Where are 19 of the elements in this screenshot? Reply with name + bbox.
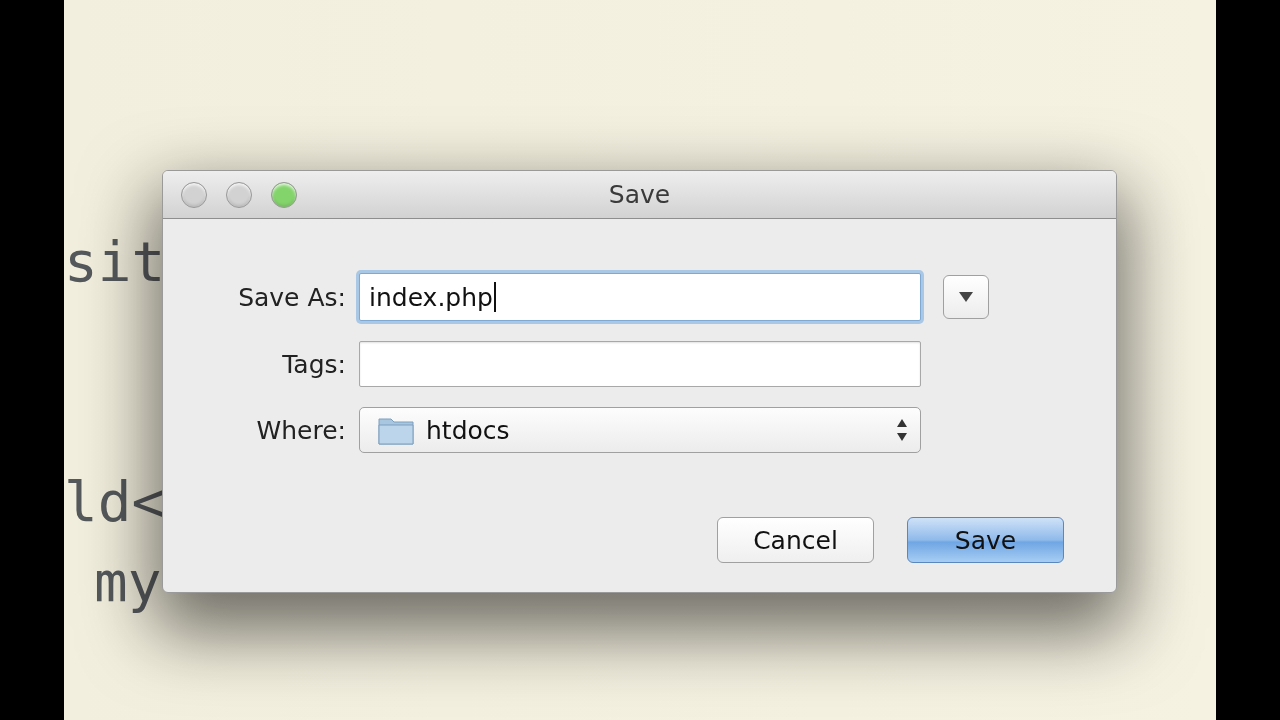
field-label: Tags: — [281, 349, 346, 379]
code-text: ld< — [64, 469, 166, 534]
folder-icon — [378, 415, 414, 445]
window-button[interactable] — [226, 181, 252, 208]
field-label: Save As: — [237, 282, 346, 312]
window-button[interactable] — [181, 181, 207, 208]
window-button[interactable] — [271, 181, 297, 208]
window-title: Save — [607, 180, 672, 209]
code-text: my — [94, 549, 162, 614]
cancel-button[interactable]: Cancel — [717, 517, 874, 563]
expand-button[interactable] — [943, 275, 989, 319]
field-label: Where: — [255, 415, 346, 445]
caret-icon — [959, 292, 973, 302]
stepper-arrows-icon — [896, 417, 908, 443]
input-field[interactable] — [359, 341, 921, 387]
input-field[interactable]: index.php — [359, 273, 921, 321]
location-popup[interactable]: htdocs — [359, 407, 921, 453]
code-text: sit — [64, 229, 166, 294]
save-button[interactable]: Save — [907, 517, 1064, 563]
